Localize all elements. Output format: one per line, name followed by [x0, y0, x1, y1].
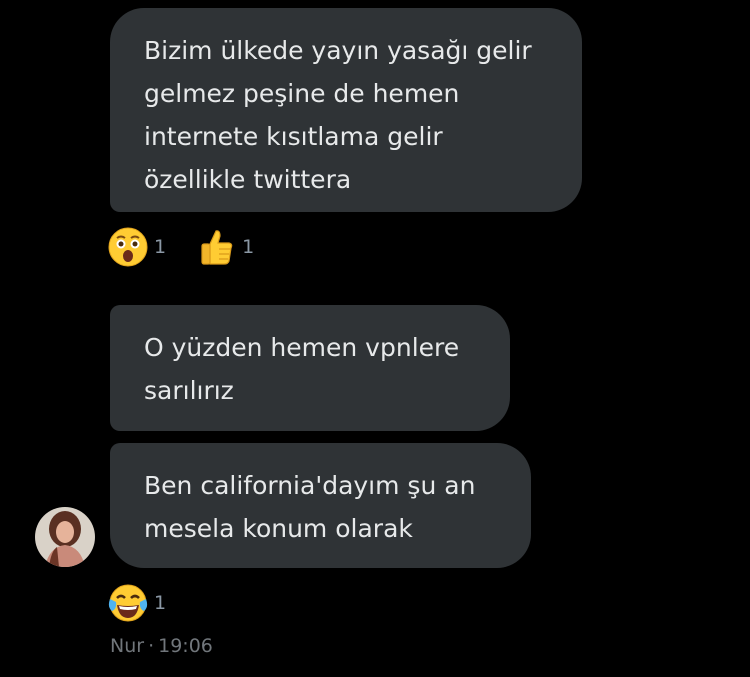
message-line: sarılırız	[144, 376, 234, 405]
reaction-thumbs-up[interactable]: 1	[196, 227, 254, 267]
thumbs-up-icon	[201, 230, 233, 265]
message-line: gelmez peşine de hemen	[144, 79, 460, 108]
reaction-tears-of-joy[interactable]: 1	[108, 583, 166, 623]
reaction-astonished[interactable]: 1	[108, 227, 166, 267]
astonished-face-icon	[108, 227, 148, 267]
sender-name[interactable]: Nur	[110, 635, 144, 657]
separator-dot: ·	[148, 635, 155, 657]
message-line: Ben california'dayım şu an	[144, 471, 476, 500]
message-bubble-1[interactable]: Bizim ülkede yayın yasağı gelir gelmez p…	[110, 8, 582, 212]
message-line: O yüzden hemen vpnlere	[144, 333, 460, 362]
message-line: mesela konum olarak	[144, 514, 413, 543]
message-meta: Nur · 19:06	[110, 635, 213, 657]
reactions-row-1: 1 1	[108, 227, 284, 267]
reaction-count: 1	[154, 236, 167, 258]
message-line: özellikle twittera	[144, 165, 352, 194]
avatar-photo	[35, 507, 95, 567]
avatar[interactable]	[35, 507, 95, 567]
message-line: Bizim ülkede yayın yasağı gelir	[144, 36, 532, 65]
message-line: internete kısıtlama gelir	[144, 122, 443, 151]
face-with-tears-of-joy-icon	[108, 584, 148, 622]
message-bubble-2[interactable]: O yüzden hemen vpnlere sarılırız	[110, 305, 510, 431]
timestamp: 19:06	[158, 635, 213, 657]
reaction-count: 1	[242, 236, 255, 258]
reactions-row-3: 1	[108, 583, 196, 623]
message-bubble-3[interactable]: Ben california'dayım şu an mesela konum …	[110, 443, 531, 568]
reaction-count: 1	[154, 592, 167, 614]
